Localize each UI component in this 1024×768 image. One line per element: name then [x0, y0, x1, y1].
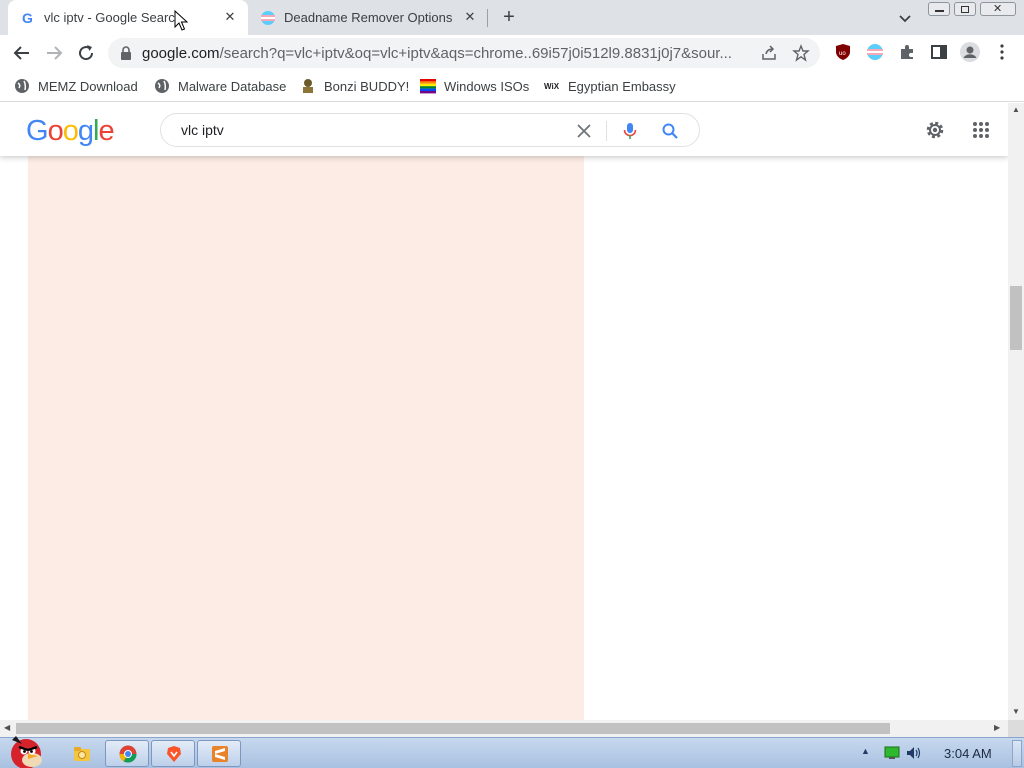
logo-letter: o [47, 115, 64, 147]
horizontal-scroll-thumb[interactable] [16, 723, 890, 734]
svg-text:WiX: WiX [544, 82, 560, 91]
close-window-button[interactable]: ✕ [980, 2, 1016, 16]
horizontal-scrollbar[interactable]: ◀ ▶ [0, 720, 1008, 737]
loading-result-panel [28, 156, 584, 720]
clear-search-icon[interactable] [575, 122, 593, 140]
google-apps-grid-icon[interactable] [972, 121, 990, 139]
logo-letter: g [77, 115, 94, 147]
chrome-icon [119, 745, 137, 763]
bookmark-label: MEMZ Download [38, 78, 138, 94]
tab-separator [487, 9, 488, 27]
side-panel-icon[interactable] [930, 43, 948, 61]
taskbar-brave[interactable] [151, 740, 195, 767]
settings-gear-icon[interactable] [924, 119, 946, 141]
search-divider [606, 121, 607, 141]
vertical-scrollbar[interactable]: ▲ ▼ [1008, 103, 1024, 720]
deadname-remover-extension-icon[interactable] [866, 43, 884, 61]
svg-text:uo: uo [839, 51, 846, 57]
new-tab-button[interactable]: + [498, 6, 520, 28]
brave-lion-icon [167, 746, 181, 762]
bookmark-label: Malware Database [178, 78, 287, 94]
sublime-text-icon [212, 746, 228, 762]
logo-letter: o [62, 115, 79, 147]
address-bar[interactable]: google.com/search?q=vlc+iptv&oq=vlc+iptv… [108, 38, 820, 68]
browser-toolbar: google.com/search?q=vlc+iptv&oq=vlc+iptv… [0, 35, 1024, 70]
url-text[interactable]: google.com/search?q=vlc+iptv&oq=vlc+iptv… [142, 45, 754, 62]
start-button-angry-bird-icon[interactable] [2, 732, 50, 768]
browser-menu-icon[interactable] [994, 43, 1010, 61]
minimize-button[interactable] [928, 2, 950, 16]
close-tab-icon[interactable]: ✕ [462, 9, 478, 25]
url-path: /search?q=vlc+iptv&oq=vlc+iptv&aqs=chrom… [219, 45, 732, 62]
bookmark-label: Egyptian Embassy [568, 78, 676, 94]
scrollbar-corner [1008, 720, 1024, 737]
scroll-down-arrow-icon[interactable]: ▼ [1012, 707, 1020, 716]
bookmark-egyptian-embassy[interactable]: WiX Egyptian Embassy [544, 76, 676, 96]
web-page: Google [0, 103, 1008, 720]
wix-icon: WiX [544, 82, 560, 91]
vertical-scroll-thumb[interactable] [1010, 286, 1022, 350]
logo-letter: e [98, 115, 114, 147]
windows-taskbar: ▲ 3:04 AM [0, 736, 1024, 768]
taskbar-sublime-text[interactable] [197, 740, 241, 767]
svg-text:G: G [22, 10, 33, 26]
google-logo[interactable]: Google [26, 115, 115, 148]
forward-arrow-icon[interactable] [42, 41, 66, 65]
network-icon[interactable] [884, 746, 900, 760]
bookmark-star-icon[interactable] [792, 44, 810, 62]
taskbar-file-explorer[interactable] [60, 740, 104, 767]
google-header: Google [0, 103, 1008, 156]
extensions-puzzle-icon[interactable] [898, 43, 916, 61]
lock-icon[interactable] [120, 46, 132, 60]
profile-avatar-icon[interactable] [960, 42, 980, 62]
bookmark-bonzi-buddy[interactable]: Bonzi BUDDY! [300, 76, 409, 96]
volume-speaker-icon[interactable] [906, 746, 922, 760]
rainbow-flag-icon [420, 79, 436, 94]
bookmark-windows-isos[interactable]: Windows ISOs [420, 76, 529, 96]
search-input[interactable] [181, 122, 561, 138]
google-g-icon: G [22, 10, 33, 26]
logo-letter: G [26, 115, 49, 147]
globe-icon [155, 79, 169, 93]
tab-deadname-remover[interactable]: Deadname Remover Options ✕ [252, 0, 488, 35]
show-desktop-button[interactable] [1012, 740, 1022, 767]
ublock-origin-icon[interactable]: uo [834, 43, 852, 61]
close-tab-icon[interactable]: ✕ [222, 9, 238, 25]
scroll-left-arrow-icon[interactable]: ◀ [4, 723, 10, 732]
search-box[interactable] [160, 113, 700, 147]
share-icon[interactable] [760, 44, 778, 62]
back-arrow-icon[interactable] [10, 41, 34, 65]
tab-google-search[interactable]: G vlc iptv - Google Search ✕ [8, 0, 248, 35]
tab-search-chevron-icon[interactable] [895, 8, 915, 28]
bookmark-label: Bonzi BUDDY! [324, 78, 410, 94]
reload-icon[interactable] [74, 41, 98, 65]
tab-strip: G vlc iptv - Google Search ✕ Deadname Re… [0, 0, 1024, 35]
trans-flag-icon [261, 10, 275, 25]
mouse-pointer-icon [174, 10, 188, 31]
globe-icon [15, 79, 29, 93]
tab-title: Deadname Remover Options [284, 10, 453, 25]
bookmark-label: Windows ISOs [444, 78, 530, 94]
search-magnifier-icon[interactable] [661, 122, 679, 140]
voice-search-mic-icon[interactable] [621, 122, 639, 140]
folder-explorer-icon [74, 747, 90, 761]
show-hidden-icons-arrow[interactable]: ▲ [861, 746, 870, 756]
restore-button[interactable] [954, 2, 976, 16]
tab-title: vlc iptv - Google Search [44, 10, 183, 25]
bookmark-malware-database[interactable]: Malware Database [154, 76, 286, 96]
bookmarks-bar: MEMZ Download Malware Database Bonzi BUD… [0, 70, 1024, 102]
bookmark-memz-download[interactable]: MEMZ Download [14, 76, 138, 96]
scroll-up-arrow-icon[interactable]: ▲ [1012, 105, 1020, 114]
taskbar-chrome[interactable] [105, 740, 149, 767]
url-host: google.com [142, 45, 220, 62]
bonzi-icon [303, 79, 313, 93]
scroll-right-arrow-icon[interactable]: ▶ [994, 723, 1000, 732]
taskbar-clock[interactable]: 3:04 AM [944, 746, 992, 761]
